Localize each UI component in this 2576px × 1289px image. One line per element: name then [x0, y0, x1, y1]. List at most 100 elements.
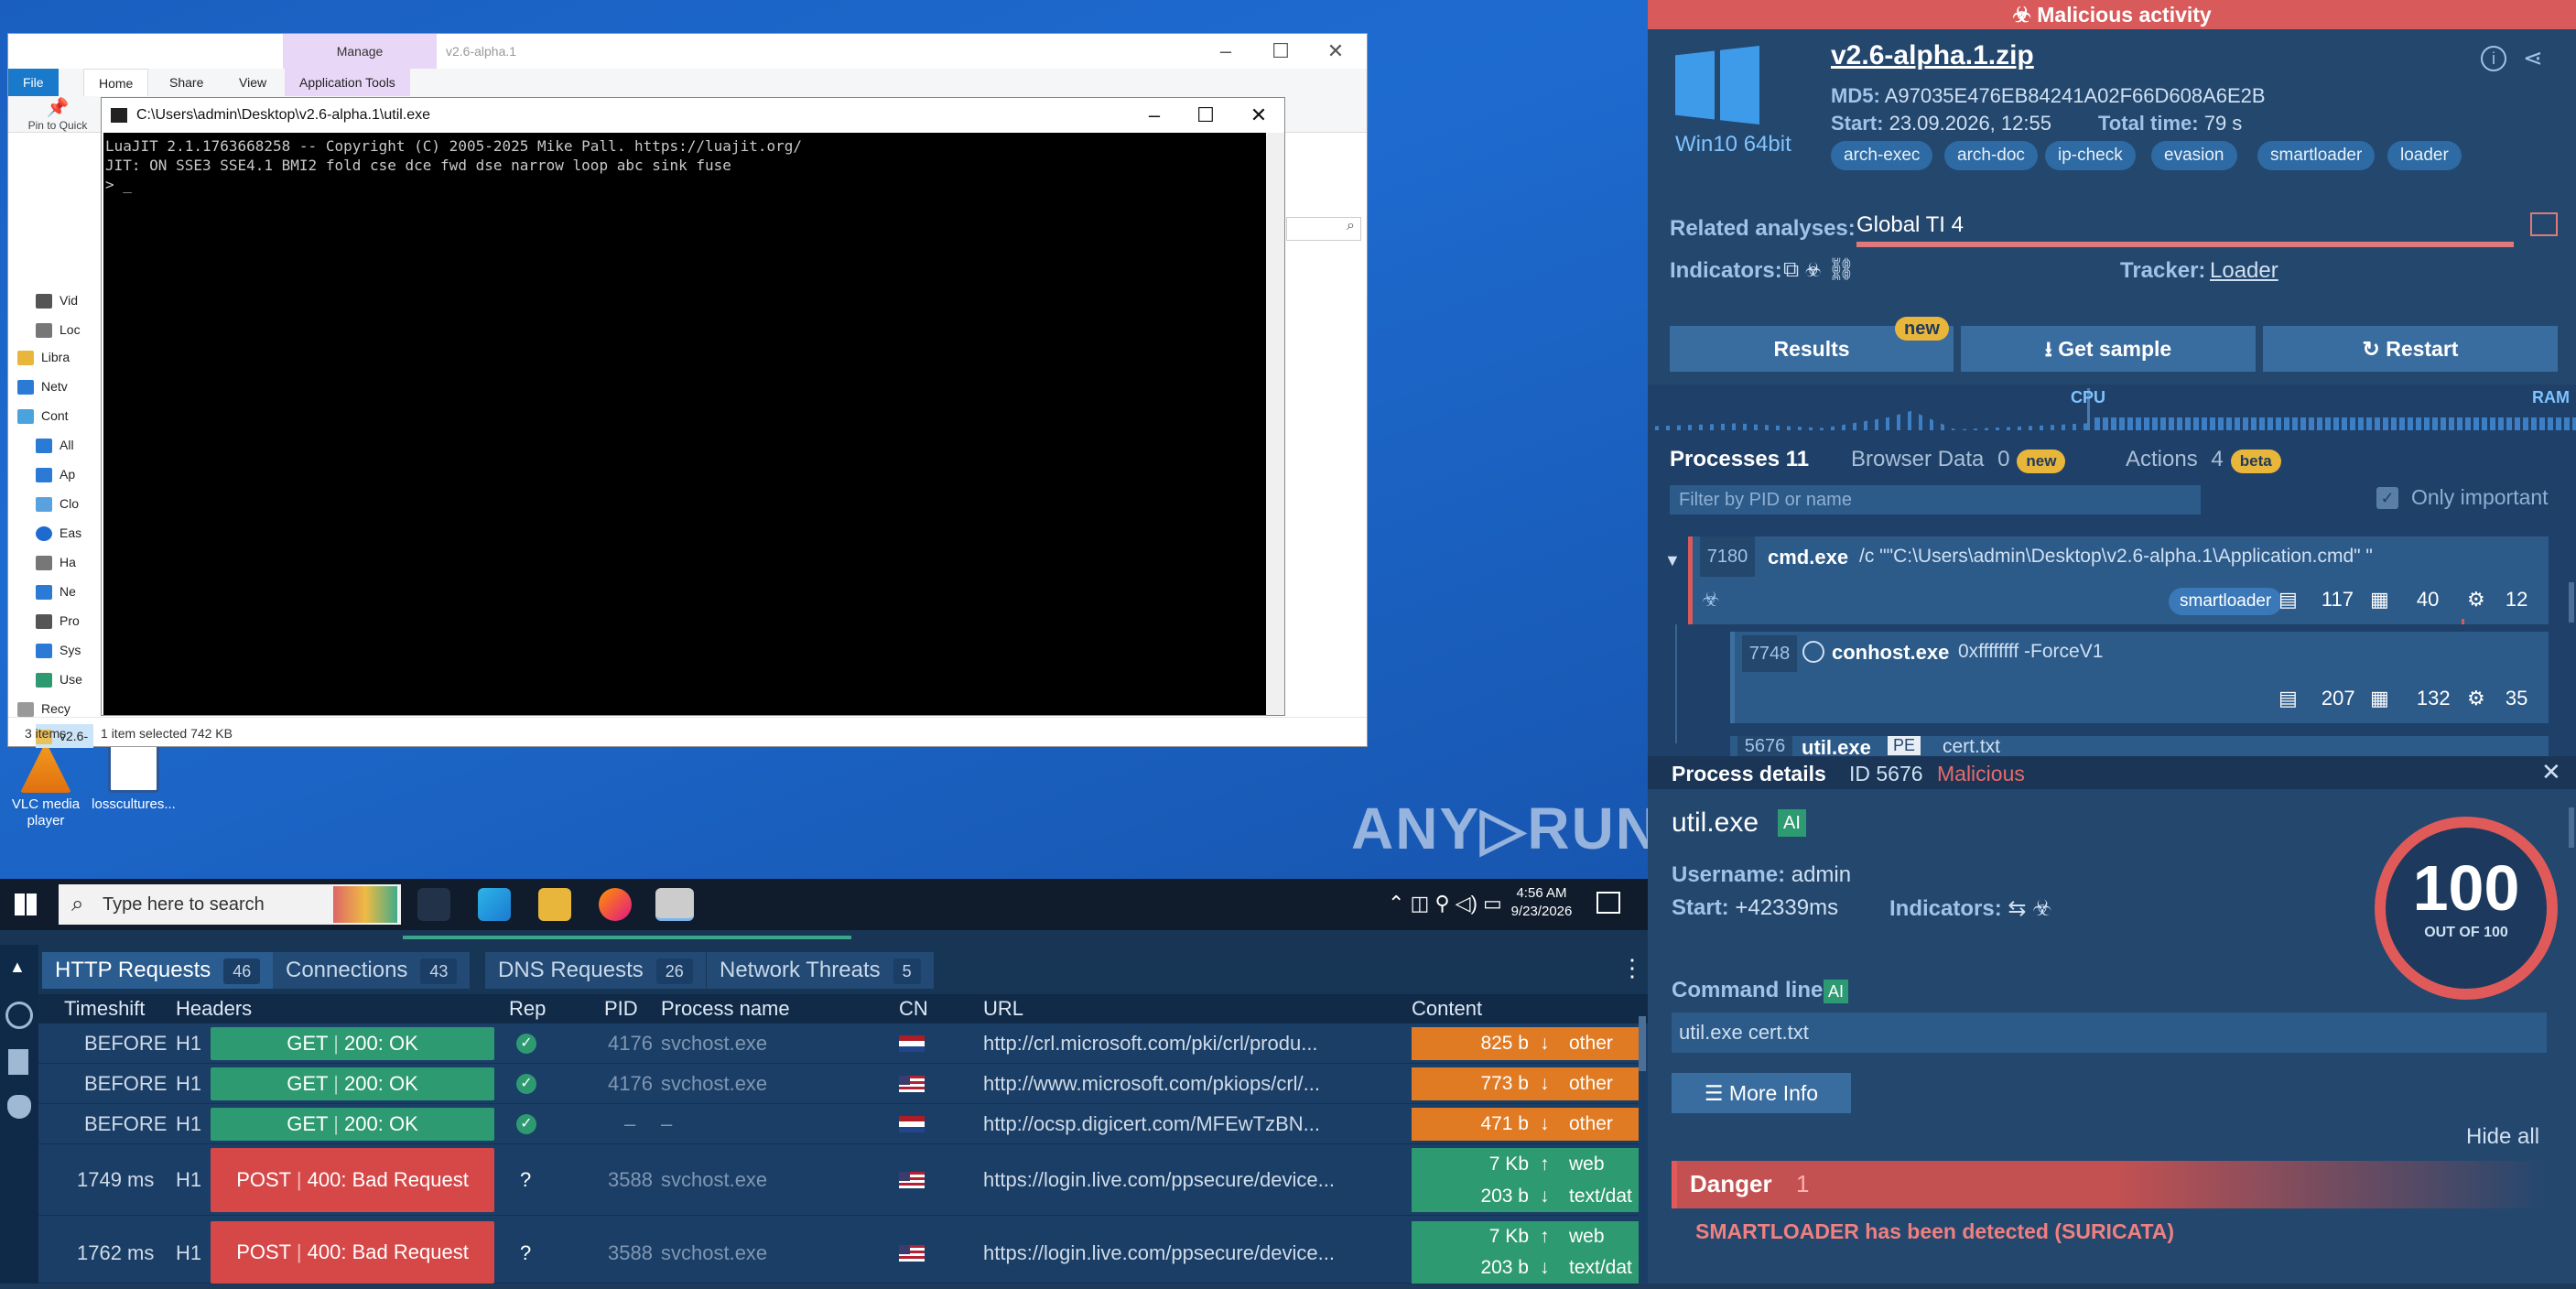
nav-item[interactable]: Eas: [36, 521, 81, 545]
nav-item[interactable]: Libra: [17, 345, 70, 369]
edge-icon[interactable]: [478, 888, 511, 921]
start-button[interactable]: [15, 894, 37, 915]
col-cn[interactable]: CN: [899, 994, 928, 1024]
tab-network-threats[interactable]: Network Threats 5: [707, 952, 934, 989]
nav-item[interactable]: Cont: [17, 404, 69, 428]
col-rep[interactable]: Rep: [509, 994, 546, 1024]
more-options-icon[interactable]: ⋮: [1620, 954, 1644, 982]
share-icon[interactable]: ⋖: [2523, 44, 2543, 72]
row-url[interactable]: https://login.live.com/ppsecure/device..…: [983, 1218, 1335, 1289]
md5-value[interactable]: A97035E476EB84241A02F66D608A6E2B: [1885, 84, 2266, 107]
process-row-cmd[interactable]: 7180 cmd.exe /c ""C:\Users\admin\Desktop…: [1688, 536, 2549, 624]
row-url[interactable]: https://login.live.com/ppsecure/device..…: [983, 1144, 1335, 1216]
table-row[interactable]: BEFORE H1 GET | 200: OK ✓ 4176 svchost.e…: [38, 1064, 1639, 1104]
process-row-util[interactable]: ••• ▾ 5676 util.exe PE cert.txt: [1730, 736, 2549, 756]
related-search-icon[interactable]: [2530, 212, 2558, 236]
file-icon[interactable]: [8, 1049, 28, 1075]
col-url[interactable]: URL: [983, 994, 1023, 1024]
tab-browser-data[interactable]: Browser Data 0 new: [1851, 447, 2066, 473]
tab-dns-requests[interactable]: DNS Requests 26: [485, 952, 706, 989]
tab-share[interactable]: Share: [155, 69, 218, 96]
console-close-button[interactable]: ✕: [1231, 98, 1286, 133]
nav-item[interactable]: Sys: [36, 638, 81, 662]
row-url[interactable]: http://www.microsoft.com/pkiops/crl/...: [983, 1064, 1320, 1104]
task-view-icon[interactable]: [417, 888, 450, 921]
nav-item[interactable]: Loc: [36, 318, 81, 341]
expand-icon[interactable]: ▼: [1664, 551, 1681, 570]
manage-tab[interactable]: Manage: [283, 34, 437, 69]
row-url[interactable]: http://crl.microsoft.com/pki/crl/produ..…: [983, 1024, 1318, 1064]
nav-item[interactable]: Ha: [36, 550, 76, 574]
details-scrollbar[interactable]: [2569, 807, 2574, 848]
process-tag[interactable]: smartloader: [2169, 588, 2283, 615]
nav-item[interactable]: Ne: [36, 580, 76, 603]
tag-ip-check[interactable]: ip-check: [2045, 141, 2136, 170]
clock[interactable]: 4:56 AM 9/23/2026: [1498, 884, 1586, 921]
nav-item[interactable]: Clo: [36, 492, 79, 515]
file-explorer-icon[interactable]: [538, 888, 571, 921]
related-value[interactable]: Global TI 4: [1856, 212, 1964, 238]
desktop-icon-vlc[interactable]: VLC media player: [0, 742, 92, 829]
process-filter-input[interactable]: Filter by PID or name: [1670, 485, 2201, 515]
close-icon[interactable]: ✕: [2541, 758, 2561, 786]
col-content[interactable]: Content: [1412, 994, 1482, 1024]
biohazard-icon[interactable]: ☣: [2032, 896, 2052, 921]
tab-view[interactable]: View: [224, 69, 281, 96]
table-row[interactable]: 1749 ms H1 POST | 400: Bad Request ? 358…: [38, 1144, 1639, 1216]
more-info-button[interactable]: ☰ More Info: [1672, 1073, 1851, 1113]
process-scrollbar[interactable]: [2569, 582, 2574, 623]
ai-badge[interactable]: AI: [1778, 809, 1806, 837]
get-sample-button[interactable]: ⭳ Get sample: [1961, 326, 2256, 372]
connections-icon[interactable]: ⇆: [2008, 896, 2026, 921]
tab-application-tools[interactable]: Application Tools: [285, 69, 410, 96]
table-row[interactable]: BEFORE H1 GET | 200: OK ✓ – – http://ocs…: [38, 1104, 1639, 1144]
tag-arch-doc[interactable]: arch-doc: [1944, 141, 2038, 170]
maximize-button[interactable]: ☐: [1253, 34, 1308, 69]
firefox-icon[interactable]: [599, 888, 632, 921]
console-output[interactable]: LuaJIT 2.1.1763668258 -- Copyright (C) 2…: [103, 133, 1266, 715]
tab-connections[interactable]: Connections 43: [273, 952, 471, 989]
col-pid[interactable]: PID: [604, 994, 638, 1024]
nav-item[interactable]: Use: [36, 667, 82, 691]
nav-item[interactable]: Netv: [17, 374, 68, 398]
indicator-icons[interactable]: ⧉ ☣ ⛓: [1783, 256, 1856, 283]
tracker-value[interactable]: Loader: [2210, 258, 2278, 284]
console-maximize-button[interactable]: ☐: [1178, 98, 1233, 133]
row-url[interactable]: http://ocsp.digicert.com/MFEwTzBN...: [983, 1104, 1320, 1144]
tab-home[interactable]: Home: [83, 69, 149, 96]
console-minimize-button[interactable]: –: [1127, 98, 1182, 133]
collapse-icon[interactable]: ▲: [9, 958, 26, 977]
info-icon[interactable]: i: [2481, 46, 2506, 71]
notification-icon[interactable]: [1596, 892, 1620, 914]
console-scrollbar[interactable]: [1266, 133, 1284, 715]
taskbar-search[interactable]: ⌕ Type here to search: [59, 884, 401, 925]
console-window[interactable]: C:\Users\admin\Desktop\v2.6-alpha.1\util…: [101, 97, 1285, 716]
tag-arch-exec[interactable]: arch-exec: [1831, 141, 1933, 170]
danger-detection[interactable]: SMARTLOADER has been detected (SURICATA): [1695, 1219, 2174, 1244]
bug-icon[interactable]: [7, 1095, 31, 1119]
hide-all-link[interactable]: Hide all: [2466, 1124, 2539, 1150]
tray-icons[interactable]: ⌃ ◫ ⚲ ◁) ▭: [1388, 892, 1502, 915]
file-name[interactable]: v2.6-alpha.1.zip: [1831, 40, 2034, 71]
table-row[interactable]: 1762 ms H1 POST | 400: Bad Request ? 358…: [38, 1218, 1639, 1284]
desktop-icon-word-doc[interactable]: losscultures...: [88, 742, 179, 813]
minimize-button[interactable]: –: [1198, 34, 1253, 69]
tab-processes[interactable]: Processes 11: [1670, 447, 1809, 472]
table-scrollbar[interactable]: [1639, 1016, 1646, 1071]
tab-file[interactable]: File: [8, 69, 59, 96]
nav-item[interactable]: Pro: [36, 609, 80, 633]
close-button[interactable]: ✕: [1308, 34, 1363, 69]
col-timeshift[interactable]: Timeshift: [64, 994, 145, 1024]
ai-badge[interactable]: AI: [1824, 980, 1849, 1003]
nav-item[interactable]: Vid: [36, 288, 78, 312]
table-row[interactable]: BEFORE H1 GET | 200: OK ✓ 4176 svchost.e…: [38, 1024, 1639, 1064]
col-process-name[interactable]: Process name: [661, 994, 790, 1024]
col-headers[interactable]: Headers: [176, 994, 252, 1024]
danger-section[interactable]: Danger 1: [1672, 1161, 2547, 1208]
nav-item[interactable]: Ap: [36, 462, 75, 486]
tag-smartloader[interactable]: smartloader: [2257, 141, 2376, 170]
nav-item[interactable]: All: [36, 433, 74, 457]
cmdline-value[interactable]: util.exe cert.txt: [1672, 1013, 2547, 1053]
tab-actions[interactable]: Actions 4 beta: [2126, 447, 2281, 473]
globe-icon[interactable]: [5, 1002, 33, 1029]
